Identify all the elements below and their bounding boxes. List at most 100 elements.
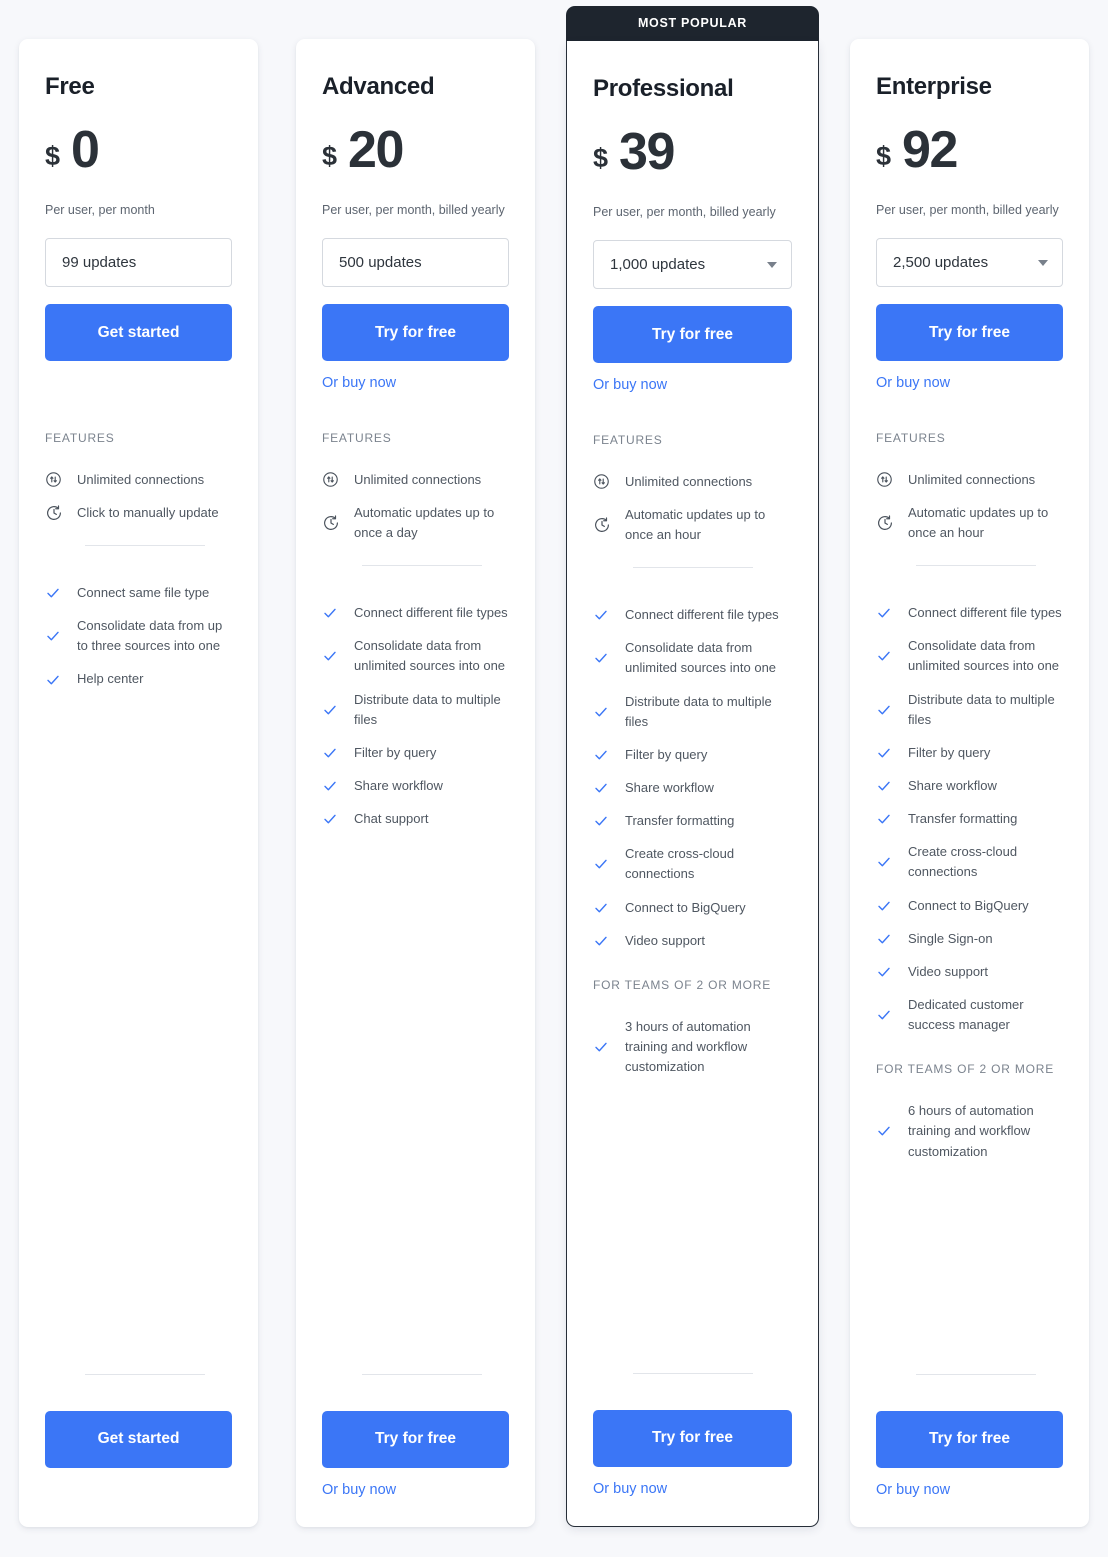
icon-feature-list-enterprise: Unlimited connections Automatic updates u… — [876, 457, 1063, 543]
check-icon — [593, 900, 625, 916]
updates-select-value: 500 updates — [339, 254, 422, 272]
bottom-cta-button-advanced[interactable]: Try for free — [322, 1410, 509, 1468]
bottom-cta-button-professional[interactable]: Try for free — [593, 1409, 792, 1467]
feature-row: Transfer formatting — [876, 809, 1063, 829]
top-cta-button-advanced[interactable]: Try for free — [322, 304, 509, 362]
feature-label: Connect to BigQuery — [908, 897, 1029, 913]
check-icon — [876, 648, 908, 664]
feature-row: Connect same file type — [45, 583, 232, 603]
updates-select-advanced[interactable]: 500 updates — [322, 238, 509, 288]
currency-symbol: $ — [322, 141, 338, 171]
bottom-buy-now-link-enterprise[interactable]: Or buy now — [876, 1482, 1063, 1498]
flex-spacer — [593, 1077, 792, 1372]
features-heading-enterprise: FEATURES — [876, 430, 946, 445]
feature-label: Single Sign-on — [908, 930, 993, 946]
feature-row: 3 hours of automation training and workf… — [593, 1017, 792, 1077]
top-cta-button-professional[interactable]: Try for free — [593, 306, 792, 364]
chevron-down-icon — [767, 261, 777, 268]
flex-spacer — [876, 1162, 1063, 1374]
feature-label: Consolidate data from unlimited sources … — [908, 638, 1060, 674]
check-icon — [593, 650, 625, 666]
plan-column-advanced: Advanced $20 Per user, per month, billed y… — [277, 0, 554, 1557]
bottom-buy-now-link-advanced[interactable]: Or buy now — [322, 1482, 509, 1498]
features-heading-advanced: FEATURES — [322, 430, 392, 445]
feature-label: Video support — [625, 932, 705, 948]
feature-row: Filter by query — [593, 745, 792, 765]
feature-label: Help center — [77, 671, 144, 687]
price-amount: 0 — [71, 121, 100, 179]
check-icon — [45, 585, 77, 601]
feature-label: Distribute data to multiple files — [625, 693, 772, 729]
check-icon — [876, 702, 908, 718]
updates-select-value: 1,000 updates — [610, 256, 706, 274]
feature-label: Connect to BigQuery — [625, 899, 746, 915]
feature-label: Dedicated customer success manager — [908, 997, 1024, 1033]
check-icon — [593, 933, 625, 949]
card-footer-enterprise: Try for free Or buy now — [876, 1373, 1063, 1498]
feature-row: Share workflow — [593, 778, 792, 798]
feature-row: Unlimited connections — [593, 472, 792, 492]
top-cta-button-free[interactable]: Get started — [45, 304, 232, 362]
feature-divider — [85, 545, 205, 547]
feature-label: Distribute data to multiple files — [354, 691, 501, 727]
plan-column-enterprise: Enterprise $92 Per user, per month, billed… — [831, 0, 1108, 1557]
feature-row: Connect different file types — [322, 603, 509, 623]
check-icon — [876, 778, 908, 794]
price-amount: 20 — [348, 121, 404, 179]
feature-divider — [916, 565, 1036, 567]
feature-label: Share workflow — [625, 780, 714, 796]
currency-symbol: $ — [876, 141, 892, 171]
check-icon — [322, 745, 354, 761]
updates-select-enterprise[interactable]: 2,500 updates — [876, 238, 1063, 288]
feature-row: Connect to BigQuery — [876, 896, 1063, 916]
updates-select-value: 99 updates — [62, 254, 137, 272]
feature-label: Connect different file types — [908, 605, 1062, 621]
bottom-buy-now-link-professional[interactable]: Or buy now — [593, 1481, 792, 1497]
features-heading-professional: FEATURES — [593, 432, 663, 447]
teams-feature-list-professional: 3 hours of automation training and workf… — [593, 1004, 792, 1077]
feature-row: Automatic updates up to once an hour — [593, 505, 792, 545]
feature-label: Connect different file types — [354, 605, 508, 621]
card-footer-advanced: Try for free Or buy now — [322, 1373, 509, 1498]
feature-label: Transfer formatting — [625, 813, 735, 829]
top-cta-button-enterprise[interactable]: Try for free — [876, 304, 1063, 362]
check-feature-list-free: Connect same file type Consolidate data f… — [45, 570, 232, 690]
check-icon — [45, 628, 77, 644]
card-footer-professional: Try for free Or buy now — [593, 1372, 792, 1497]
icon-feature-list-free: Unlimited connections Click to manually u… — [45, 457, 232, 523]
feature-row: Filter by query — [322, 743, 509, 763]
check-icon — [593, 856, 625, 872]
chevron-down-icon — [1038, 259, 1048, 266]
check-icon — [876, 811, 908, 827]
plan-title-free: Free — [45, 73, 95, 100]
feature-row: Unlimited connections — [45, 470, 232, 490]
bottom-cta-button-free[interactable]: Get started — [45, 1410, 232, 1468]
price-amount: 39 — [619, 123, 675, 181]
feature-row: Video support — [876, 962, 1063, 982]
updates-select-free[interactable]: 99 updates — [45, 238, 232, 288]
feature-label: Filter by query — [908, 744, 991, 760]
check-icon — [593, 780, 625, 796]
top-buy-now-link-advanced[interactable]: Or buy now — [322, 376, 509, 391]
teams-feature-list-enterprise: 6 hours of automation training and workf… — [876, 1088, 1063, 1161]
feature-row: Unlimited connections — [322, 470, 509, 490]
check-icon — [322, 778, 354, 794]
sync-arrows-icon — [593, 473, 625, 490]
footer-divider — [85, 1373, 205, 1375]
check-icon — [876, 964, 908, 980]
feature-label: Video support — [908, 963, 988, 979]
plan-column-professional: MOST POPULAR Professional $39 Per user, per… — [554, 0, 831, 1557]
feature-row: Dedicated customer success manager — [876, 995, 1063, 1035]
check-feature-list-professional: Connect different file types Consolidate … — [593, 592, 792, 951]
bottom-cta-button-enterprise[interactable]: Try for free — [876, 1410, 1063, 1468]
feature-row: Distribute data to multiple files — [876, 690, 1063, 730]
updates-select-professional[interactable]: 1,000 updates — [593, 240, 792, 290]
check-icon — [593, 607, 625, 623]
clock-refresh-icon — [45, 504, 77, 522]
plan-title-enterprise: Enterprise — [876, 73, 992, 100]
billing-note-enterprise: Per user, per month, billed yearly — [876, 203, 1059, 217]
plan-price-enterprise: $92 — [876, 124, 1063, 176]
flex-spacer — [322, 829, 509, 1373]
top-buy-now-link-enterprise[interactable]: Or buy now — [876, 376, 1063, 391]
top-buy-now-link-professional[interactable]: Or buy now — [593, 378, 792, 393]
